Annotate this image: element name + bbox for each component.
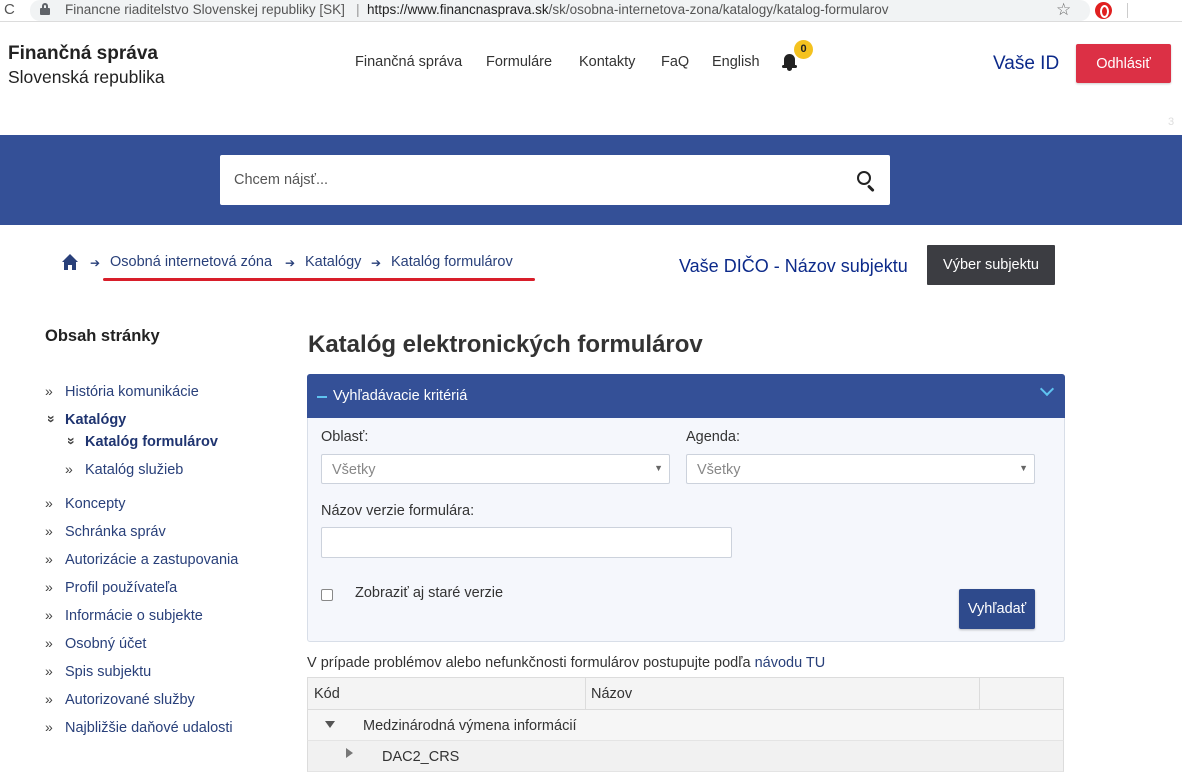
chevron-right-icon: » [45, 579, 53, 595]
url-text[interactable]: https://www.financnasprava.sk/sk/osobna-… [367, 2, 889, 17]
search-box [220, 155, 890, 205]
chevron-right-icon: » [45, 719, 53, 735]
address-separator: | [356, 1, 360, 17]
sidebar-item-informacie[interactable]: » Informácie o subjekte [45, 607, 203, 624]
sidebar-item-katalog-formularov[interactable]: » Katalóg formulárov [64, 433, 218, 450]
logo-title[interactable]: Finančná správa [8, 43, 158, 65]
nav-financna-sprava[interactable]: Finančná správa [355, 54, 462, 70]
logo-subtitle[interactable]: Slovenská republika [8, 67, 165, 88]
nav-english[interactable]: English [712, 54, 760, 70]
expand-down-icon[interactable] [325, 721, 335, 728]
arrow-right-icon: ➔ [371, 256, 382, 270]
dropdown-caret-icon: ▼ [654, 463, 663, 473]
column-header-name[interactable]: Názov [591, 686, 632, 702]
nav-kontakty[interactable]: Kontakty [579, 54, 635, 70]
help-text: V prípade problémov alebo nefunkčnosti f… [307, 655, 826, 671]
reload-icon[interactable]: C [4, 1, 15, 18]
chevron-right-icon: » [45, 523, 53, 539]
help-link[interactable]: návodu TU [755, 655, 826, 671]
sidebar-item-spis[interactable]: » Spis subjektu [45, 663, 151, 680]
area-label: Oblasť: [321, 429, 369, 445]
sidebar-item-profil[interactable]: » Profil používateľa [45, 579, 177, 596]
home-icon[interactable] [62, 254, 78, 270]
agenda-select[interactable]: Všetky ▼ [686, 454, 1035, 484]
sidebar-item-katalog-sluzieb[interactable]: » Katalóg služieb [65, 461, 183, 478]
breadcrumb-highlight-underline [103, 278, 535, 281]
subgroup-name[interactable]: DAC2_CRS [382, 749, 459, 765]
sidebar-item-autorizovane-sluzby[interactable]: » Autorizované služby [45, 691, 195, 708]
table-header [307, 677, 1064, 710]
subject-dico: Vaše DIČO - Názov subjektu [679, 256, 908, 276]
dropdown-caret-icon: ▼ [1019, 463, 1028, 473]
area-select[interactable]: Všetky ▼ [321, 454, 670, 484]
site-identity-label: Financne riaditelstvo Slovenskej republi… [65, 2, 345, 17]
expand-right-icon[interactable] [346, 748, 353, 758]
chevron-down-icon: » [64, 437, 80, 445]
column-header-code[interactable]: Kód [314, 686, 340, 702]
sidebar-item-schranka[interactable]: » Schránka správ [45, 523, 166, 540]
chevron-right-icon: » [65, 461, 73, 477]
sidebar-title: Obsah stránky [45, 327, 160, 345]
column-divider [585, 678, 586, 710]
sidebar-item-historia[interactable]: » História komunikácie [45, 383, 199, 400]
chevron-right-icon: » [45, 495, 53, 511]
arrow-right-icon: ➔ [285, 256, 296, 270]
sidebar-item-koncepty[interactable]: » Koncepty [45, 495, 125, 512]
breadcrumb-katalogy[interactable]: Katalógy [305, 254, 361, 270]
toolbar-divider [1127, 3, 1128, 18]
group-name[interactable]: Medzinárodná výmena informácií [363, 718, 577, 734]
browser-toolbar: C Financne riaditelstvo Slovenskej repub… [0, 0, 1182, 22]
chevron-right-icon: » [45, 383, 53, 399]
search-input[interactable] [234, 155, 834, 205]
nav-formulare[interactable]: Formuláre [486, 54, 552, 70]
notification-badge: 0 [794, 40, 813, 59]
sidebar-item-katalogy[interactable]: » Katalógy [44, 411, 126, 428]
arrow-right-icon: ➔ [90, 256, 101, 270]
chevron-right-icon: » [45, 635, 53, 651]
chevron-right-icon: » [45, 607, 53, 623]
chevron-right-icon: » [45, 663, 53, 679]
column-divider [979, 678, 980, 710]
bookmark-star-icon[interactable]: ☆ [1056, 0, 1071, 20]
extension-icon[interactable] [1095, 2, 1112, 19]
search-button[interactable]: Vyhľadať [959, 589, 1035, 629]
chevron-right-icon: » [45, 551, 53, 567]
lock-icon [40, 3, 50, 15]
old-versions-checkbox[interactable] [321, 589, 333, 601]
corner-mark: 3 [1168, 116, 1175, 128]
user-id-link[interactable]: Vaše ID [993, 53, 1059, 75]
chevron-down-icon: » [44, 415, 60, 423]
sidebar-item-danove-udalosti[interactable]: » Najbližšie daňové udalosti [45, 719, 233, 736]
breadcrumb-katalog-formularov[interactable]: Katalóg formulárov [391, 254, 513, 270]
breadcrumb-osobna-zona[interactable]: Osobná internetová zóna [110, 254, 272, 270]
chevron-right-icon: » [45, 691, 53, 707]
version-name-label: Názov verzie formulára: [321, 503, 475, 519]
search-icon[interactable] [857, 171, 877, 193]
old-versions-label[interactable]: Zobraziť aj staré verzie [355, 585, 503, 601]
panel-title[interactable]: Vyhľadávacie kritériá [333, 388, 467, 404]
nav-faq[interactable]: FaQ [661, 54, 689, 70]
sidebar-item-osobny-ucet[interactable]: » Osobný účet [45, 635, 146, 652]
logout-button[interactable]: Odhlásiť [1076, 44, 1171, 83]
sidebar-item-autorizacie[interactable]: » Autorizácie a zastupovania [45, 551, 238, 568]
version-name-input[interactable] [321, 527, 732, 558]
minus-icon[interactable] [317, 396, 327, 398]
page-title: Katalóg elektronických formulárov [308, 331, 703, 358]
select-subject-button[interactable]: Výber subjektu [927, 245, 1055, 285]
agenda-label: Agenda: [686, 429, 741, 445]
